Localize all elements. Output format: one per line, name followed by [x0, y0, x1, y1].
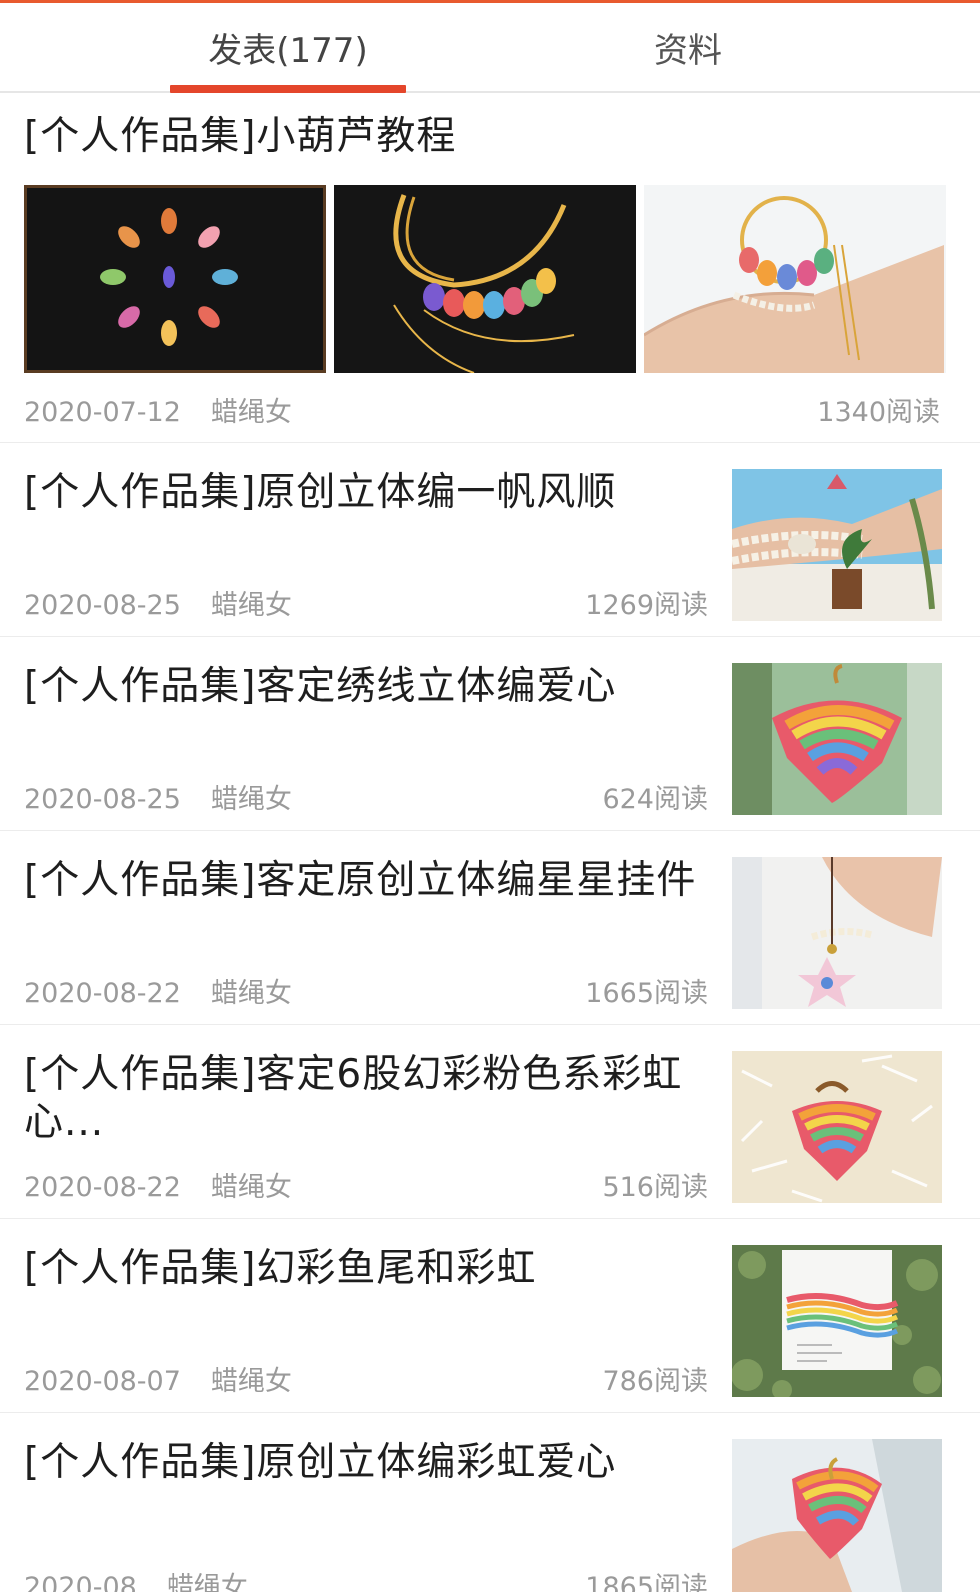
post-author: 蜡绳女	[210, 784, 292, 815]
post-thumbnail	[732, 1439, 942, 1592]
post-read-count: 786阅读	[602, 1366, 708, 1397]
post-date: 2020-08	[24, 1572, 137, 1592]
post-item[interactable]: [个人作品集]客定原创立体编星星挂件 2020-08-22 蜡绳女 1665阅读	[0, 831, 980, 1025]
post-title: [个人作品集]原创立体编一帆风顺	[24, 470, 617, 515]
post-item[interactable]: [个人作品集]客定6股幻彩粉色系彩虹心... 2020-08-22 蜡绳女 516…	[0, 1025, 980, 1219]
post-meta: 2020-08-22 蜡绳女	[24, 971, 292, 1010]
post-read-count: 1665阅读	[585, 978, 708, 1009]
post-author: 蜡绳女	[210, 397, 292, 428]
post-author: 蜡绳女	[210, 590, 292, 621]
post-title: [个人作品集]小葫芦教程	[24, 114, 457, 159]
post-meta: 2020-07-12 蜡绳女	[24, 390, 292, 429]
post-thumbnail	[732, 1245, 942, 1397]
post-date: 2020-08-22	[24, 978, 181, 1009]
tab-profile[interactable]: 资料	[570, 3, 806, 91]
post-title: [个人作品集]客定原创立体编星星挂件	[24, 858, 697, 903]
post-read-count: 1865阅读	[585, 1572, 708, 1592]
post-date: 2020-08-25	[24, 590, 181, 621]
post-title: [个人作品集]客定6股幻彩粉色系彩虹心...	[24, 1052, 683, 1145]
post-thumbnail	[732, 1051, 942, 1203]
tab-bar: 发表(177) 资料	[0, 3, 980, 93]
post-item[interactable]: [个人作品集]客定绣线立体编爱心 2020-08-25 蜡绳女 624阅读	[0, 637, 980, 831]
post-thumbnail	[732, 663, 942, 815]
post-read-count: 1340阅读	[817, 397, 940, 428]
post-image	[334, 185, 636, 373]
post-author: 蜡绳女	[210, 1172, 292, 1203]
post-date: 2020-08-22	[24, 1172, 181, 1203]
post-thumbnail	[732, 857, 942, 1009]
post-read-count: 1269阅读	[585, 590, 708, 621]
post-read-count: 624阅读	[602, 784, 708, 815]
post-author: 蜡绳女	[210, 978, 292, 1009]
post-date: 2020-07-12	[24, 397, 181, 428]
tab-posts[interactable]: 发表(177)	[170, 3, 406, 91]
post-date: 2020-08-25	[24, 784, 181, 815]
post-read-count: 516阅读	[602, 1172, 708, 1203]
post-meta: 2020-08-25 蜡绳女	[24, 777, 292, 816]
post-author: 蜡绳女	[166, 1572, 248, 1592]
post-item[interactable]: [个人作品集]小葫芦教程 2020-07-12 蜡绳女 1340阅读	[0, 95, 980, 443]
post-meta: 2020-08 蜡绳女	[24, 1565, 248, 1592]
post-meta: 2020-08-22 蜡绳女	[24, 1165, 292, 1204]
post-item[interactable]: [个人作品集]原创立体编彩虹爱心 2020-08 蜡绳女 1865阅读	[0, 1413, 980, 1592]
post-image	[644, 185, 946, 373]
post-meta: 2020-08-25 蜡绳女	[24, 583, 292, 622]
post-title: [个人作品集]客定绣线立体编爱心	[24, 664, 617, 709]
post-title: [个人作品集]幻彩鱼尾和彩虹	[24, 1246, 537, 1291]
post-title: [个人作品集]原创立体编彩虹爱心	[24, 1440, 617, 1485]
post-item[interactable]: [个人作品集]原创立体编一帆风顺 2020-08-25 蜡绳女 1269阅读	[0, 443, 980, 637]
post-meta: 2020-08-07 蜡绳女	[24, 1359, 292, 1398]
post-item[interactable]: [个人作品集]幻彩鱼尾和彩虹 2020-08-07 蜡绳女 786阅读	[0, 1219, 980, 1413]
post-author: 蜡绳女	[210, 1366, 292, 1397]
active-tab-indicator	[170, 85, 406, 93]
post-image	[24, 185, 326, 373]
post-date: 2020-08-07	[24, 1366, 181, 1397]
post-thumbnail	[732, 469, 942, 621]
